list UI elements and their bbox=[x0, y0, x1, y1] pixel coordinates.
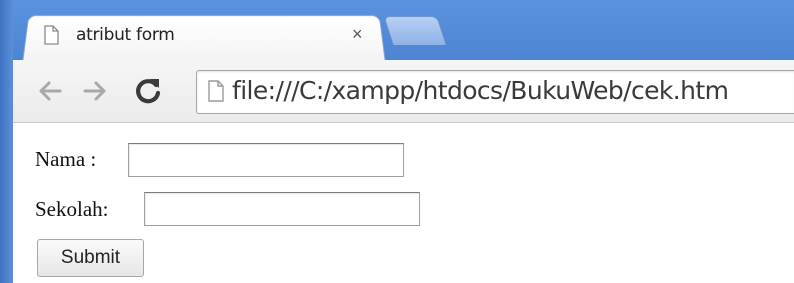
back-button[interactable] bbox=[33, 74, 67, 108]
reload-icon bbox=[136, 79, 161, 104]
back-arrow-icon bbox=[39, 81, 62, 101]
page-content: Nama : Sekolah: Submit bbox=[13, 123, 794, 283]
browser-window: atribut form × file:///C:/xampp/htdocs/B… bbox=[0, 0, 794, 283]
reload-button[interactable] bbox=[131, 74, 165, 108]
nama-input[interactable] bbox=[128, 143, 404, 177]
sekolah-input[interactable] bbox=[144, 192, 420, 226]
window-frame-edge bbox=[0, 0, 13, 283]
sekolah-label: Sekolah: bbox=[35, 197, 109, 221]
tab-label-group[interactable]: atribut form bbox=[40, 17, 175, 53]
close-icon[interactable]: × bbox=[352, 25, 363, 43]
forward-button[interactable] bbox=[78, 74, 112, 108]
new-tab-button[interactable] bbox=[383, 16, 447, 45]
nama-label: Nama : bbox=[35, 147, 97, 171]
submit-button[interactable]: Submit bbox=[37, 239, 144, 277]
page-icon bbox=[44, 25, 59, 45]
forward-arrow-icon bbox=[83, 81, 106, 101]
address-text[interactable]: file:///C:/xampp/htdocs/BukuWeb/cek.htm bbox=[232, 72, 729, 110]
tab-title: atribut form bbox=[76, 25, 175, 45]
page-icon bbox=[208, 80, 224, 102]
